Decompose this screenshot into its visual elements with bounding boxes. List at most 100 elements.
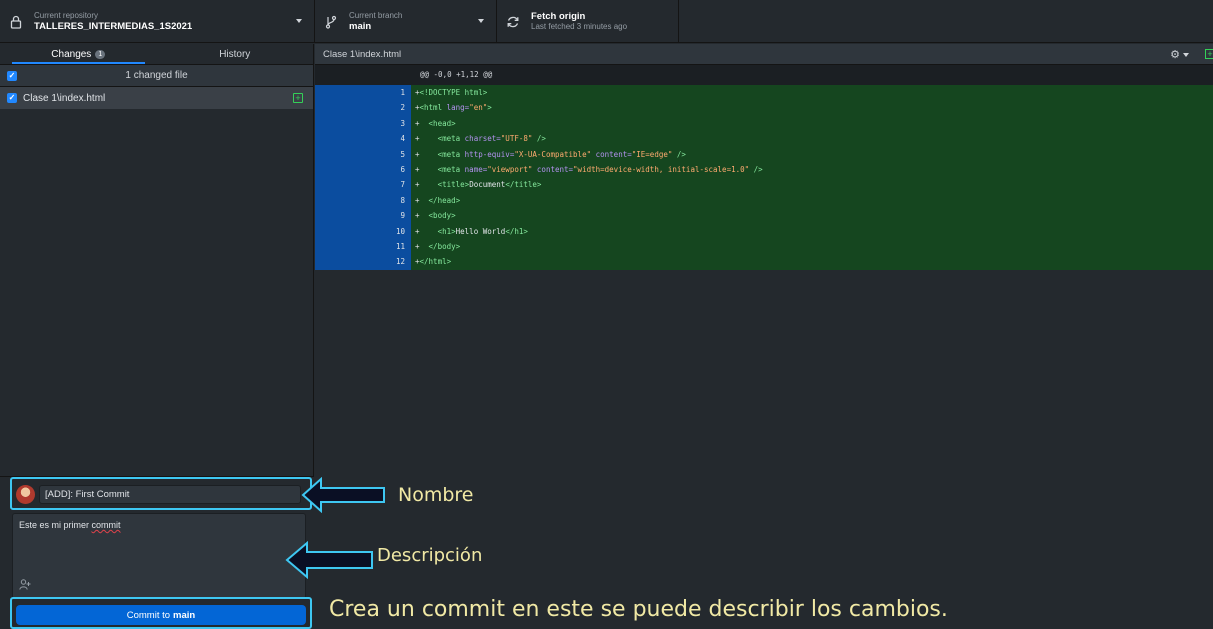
- list-item[interactable]: ✓ Clase 1\index.html +: [0, 87, 313, 109]
- new-line-number: 4: [363, 131, 411, 147]
- commit-summary-input[interactable]: [ADD]: First Commit: [39, 485, 301, 504]
- new-line-number: 1: [363, 85, 411, 101]
- new-line-number: 7: [363, 177, 411, 193]
- chevron-down-icon: [1183, 53, 1189, 58]
- fetch-title: Fetch origin: [531, 11, 586, 22]
- arrow-left-icon: [285, 541, 373, 579]
- commit-button[interactable]: Commit to main: [16, 605, 306, 625]
- diff-line-code: +<!DOCTYPE html>: [411, 85, 1213, 101]
- hunk-header-text: @@ -0,0 +1,12 @@: [420, 70, 493, 79]
- diff-header: Clase 1\index.html ⚙ +: [315, 44, 1213, 65]
- new-line-number: 10: [363, 223, 411, 239]
- current-repository-button[interactable]: Current repository TALLERES_INTERMEDIAS_…: [0, 0, 315, 43]
- current-branch-button[interactable]: Current branch main: [315, 0, 497, 43]
- new-line-number: 5: [363, 146, 411, 162]
- commit-area: [ADD]: First Commit Este es mi primer co…: [0, 476, 314, 629]
- commit-description-field[interactable]: Este es mi primer commit: [12, 513, 306, 599]
- repository-name: TALLERES_INTERMEDIAS_1S2021: [34, 20, 193, 32]
- diff-line-code: + </body>: [411, 238, 1213, 255]
- diff-line-code: + <body>: [411, 208, 1213, 224]
- file-added-icon: +: [293, 93, 303, 103]
- diff-line[interactable]: 3 + <head>: [315, 115, 1213, 132]
- new-line-number: 12: [363, 254, 411, 270]
- commit-button-branch: main: [173, 609, 196, 621]
- diff-line-code: + <title>Document</title>: [411, 177, 1213, 193]
- arrow-left-icon: [301, 477, 385, 513]
- description-text: Este es mi primer: [19, 520, 92, 530]
- diff-line[interactable]: 8 + </head>: [315, 192, 1213, 209]
- diff-line-code: + <meta name="viewport" content="width=d…: [411, 161, 1213, 178]
- diff-line-code: + <meta charset="UTF-8" />: [411, 131, 1213, 147]
- old-line-number: [315, 177, 363, 193]
- new-line-number: 3: [363, 115, 411, 132]
- annotation-nombre: Nombre: [398, 484, 474, 506]
- old-line-number: [315, 238, 363, 255]
- description-misspelled-word: commit: [91, 520, 121, 530]
- annotation-descripcion: Descripción: [377, 545, 483, 566]
- old-line-number: [315, 100, 363, 116]
- fetch-origin-button[interactable]: Fetch origin Last fetched 3 minutes ago: [497, 0, 679, 43]
- add-person-icon[interactable]: [19, 579, 31, 593]
- new-line-number: 9: [363, 208, 411, 224]
- new-line-number: 8: [363, 192, 411, 209]
- sync-icon: [505, 14, 521, 30]
- file-checkbox[interactable]: ✓: [7, 93, 17, 103]
- diff-line[interactable]: 1 +<!DOCTYPE html>: [315, 85, 1213, 101]
- new-line-number: 11: [363, 238, 411, 255]
- chevron-down-icon: [296, 19, 302, 23]
- old-line-number: [315, 131, 363, 147]
- file-added-icon: +: [1205, 49, 1213, 59]
- diff-pane: Clase 1\index.html ⚙ + @@ -0,0 +1,12 @@ …: [315, 44, 1213, 629]
- chevron-down-icon: [478, 19, 484, 23]
- sidebar-tabs: Changes 1 History: [0, 44, 313, 65]
- github-desktop-window: Current repository TALLERES_INTERMEDIAS_…: [0, 0, 1213, 629]
- diff-line[interactable]: 7 + <title>Document</title>: [315, 177, 1213, 193]
- old-line-number: [315, 85, 363, 101]
- diff-line[interactable]: 11 + </body>: [315, 238, 1213, 255]
- commit-button-prefix: Commit to: [126, 609, 171, 621]
- diff-line-code: + <head>: [411, 115, 1213, 132]
- diff-settings-button[interactable]: ⚙: [1170, 48, 1189, 61]
- hunk-header[interactable]: @@ -0,0 +1,12 @@: [315, 65, 1213, 85]
- changed-files-count: 1 changed file: [125, 70, 188, 81]
- diff-line-code: +<html lang="en">: [411, 100, 1213, 116]
- diff-line-code: +</html>: [411, 254, 1213, 270]
- diff-lines: 1 +<!DOCTYPE html> 2 +<html lang="en"> 3 + <h…: [315, 85, 1213, 270]
- changes-count-badge: 1: [95, 49, 106, 59]
- old-line-number: [315, 146, 363, 162]
- old-line-number: [315, 254, 363, 270]
- annotation-crea: Crea un commit en este se puede describi…: [329, 597, 948, 622]
- old-line-number: [315, 223, 363, 239]
- tab-history-label: History: [219, 48, 251, 60]
- file-name: Clase 1\index.html: [23, 92, 106, 104]
- diff-line[interactable]: 4 + <meta charset="UTF-8" />: [315, 131, 1213, 147]
- diff-line[interactable]: 9 + <body>: [315, 208, 1213, 224]
- lock-icon: [8, 14, 24, 30]
- branch-label: Current branch: [349, 11, 403, 20]
- changed-files-header: ✓ 1 changed file: [0, 65, 313, 87]
- old-line-number: [315, 115, 363, 132]
- diff-line[interactable]: 10 + <h1>Hello World</h1>: [315, 223, 1213, 239]
- diff-line-code: + <h1>Hello World</h1>: [411, 223, 1213, 239]
- new-line-number: 6: [363, 161, 411, 178]
- repository-label: Current repository: [34, 11, 99, 20]
- avatar: [16, 485, 35, 504]
- branch-name: main: [349, 20, 372, 32]
- diff-line[interactable]: 2 +<html lang="en">: [315, 100, 1213, 116]
- old-line-number: [315, 192, 363, 209]
- gear-icon: ⚙: [1170, 49, 1180, 61]
- diff-line[interactable]: 12 +</html>: [315, 254, 1213, 270]
- fetch-subtitle: Last fetched 3 minutes ago: [531, 22, 628, 32]
- toolbar: Current repository TALLERES_INTERMEDIAS_…: [0, 0, 1213, 43]
- git-branch-icon: [323, 14, 339, 30]
- tab-changes[interactable]: Changes 1: [0, 44, 157, 64]
- diff-line[interactable]: 6 + <meta name="viewport" content="width=…: [315, 161, 1213, 178]
- tab-changes-label: Changes: [51, 48, 92, 60]
- diff-line-code: + <meta http-equiv="X-UA-Compatible" con…: [411, 146, 1213, 162]
- old-line-number: [315, 161, 363, 178]
- diff-line[interactable]: 5 + <meta http-equiv="X-UA-Compatible" co…: [315, 146, 1213, 162]
- tab-history[interactable]: History: [157, 44, 314, 64]
- old-line-number: [315, 208, 363, 224]
- diff-file-path: Clase 1\index.html: [323, 48, 402, 60]
- diff-line-code: + </head>: [411, 192, 1213, 209]
